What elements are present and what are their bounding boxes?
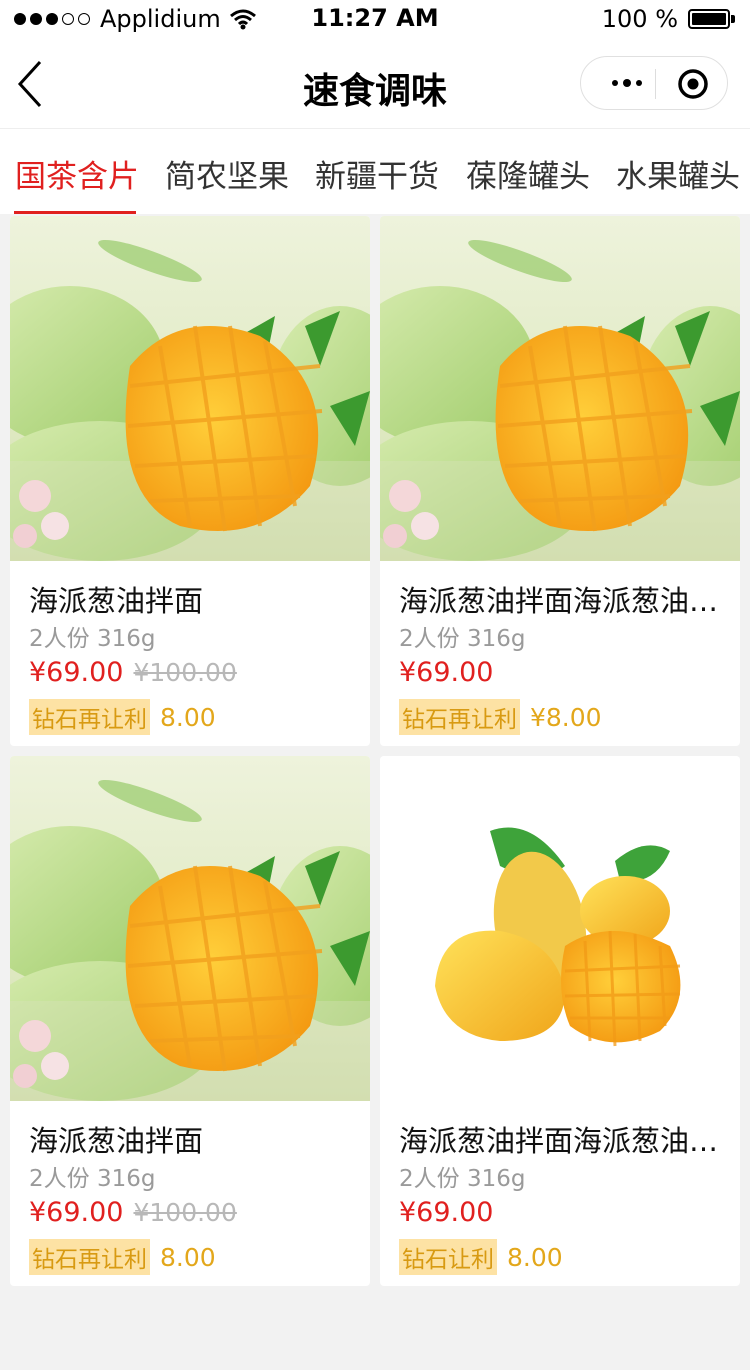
promo-badge: 钻石让利 — [399, 1239, 497, 1275]
product-card[interactable]: 海派葱油拌面海派葱油拌面 2人份 316g ¥69.00 钻石让利 8.00 — [380, 756, 740, 1286]
product-spec: 2人份 316g — [399, 626, 526, 652]
promo-row: 钻石再让利 ¥8.00 — [399, 699, 602, 735]
battery-percent: 100 % — [601, 5, 678, 33]
mango-cutout-icon — [380, 756, 740, 1101]
promo-badge: 钻石再让利 — [399, 699, 520, 735]
mango-photo-icon — [10, 216, 370, 561]
original-price: ¥100.00 — [133, 658, 237, 687]
price-row: ¥69.00 ¥100.00 — [29, 1197, 237, 1228]
close-mini-program-icon[interactable] — [677, 68, 709, 100]
navigation-bar: 速食调味 — [0, 40, 750, 128]
product-title: 海派葱油拌面海派葱油拌面 — [399, 584, 719, 618]
price-row: ¥69.00 — [399, 657, 503, 688]
product-price: ¥69.00 — [399, 657, 494, 688]
product-price: ¥69.00 — [399, 1197, 494, 1228]
product-price: ¥69.00 — [29, 1197, 124, 1228]
tab-baolong-guantou[interactable]: 葆隆罐头 — [466, 151, 590, 196]
promo-row: 钻石让利 8.00 — [399, 1239, 563, 1275]
tab-jiannong-jianguo[interactable]: 简农坚果 — [165, 151, 289, 196]
active-tab-indicator — [14, 211, 136, 214]
price-row: ¥69.00 ¥100.00 — [29, 657, 237, 688]
tab-shuiguo-guantou[interactable]: 水果罐头 — [616, 151, 740, 196]
promo-row: 钻石再让利 8.00 — [29, 699, 216, 735]
capsule-divider — [655, 69, 656, 99]
price-row: ¥69.00 — [399, 1197, 503, 1228]
mini-program-capsule — [580, 56, 728, 110]
mango-photo-icon — [380, 216, 740, 561]
status-bar-right: 100 % — [602, 5, 736, 33]
original-price: ¥100.00 — [133, 1198, 237, 1227]
promo-badge: 钻石再让利 — [29, 1239, 150, 1275]
more-options-icon[interactable] — [599, 70, 655, 96]
product-card[interactable]: 海派葱油拌面 2人份 316g ¥69.00 ¥100.00 钻石再让利 8.0… — [10, 756, 370, 1286]
product-spec: 2人份 316g — [399, 1166, 526, 1192]
product-spec: 2人份 316g — [29, 626, 156, 652]
category-tabs: 国茶含片 简农坚果 新疆干货 葆隆罐头 水果罐头 — [0, 128, 750, 214]
product-card[interactable]: 海派葱油拌面 2人份 316g ¥69.00 ¥100.00 钻石再让利 8.0… — [10, 216, 370, 746]
promo-row: 钻石再让利 8.00 — [29, 1239, 216, 1275]
promo-discount: 8.00 — [160, 1242, 216, 1272]
product-card[interactable]: 海派葱油拌面海派葱油拌面 2人份 316g ¥69.00 钻石再让利 ¥8.00 — [380, 216, 740, 746]
promo-discount: ¥8.00 — [530, 702, 602, 732]
promo-discount: 8.00 — [507, 1242, 563, 1272]
battery-icon — [688, 9, 736, 29]
product-title: 海派葱油拌面 — [29, 1124, 204, 1158]
mango-photo-icon — [10, 756, 370, 1101]
product-price: ¥69.00 — [29, 657, 124, 688]
product-title: 海派葱油拌面海派葱油拌面 — [399, 1124, 719, 1158]
promo-discount: 8.00 — [160, 702, 216, 732]
product-spec: 2人份 316g — [29, 1166, 156, 1192]
product-title: 海派葱油拌面 — [29, 584, 204, 618]
tab-guocha-hanpian[interactable]: 国茶含片 — [15, 151, 139, 196]
promo-badge: 钻石再让利 — [29, 699, 150, 735]
tab-xinjiang-ganhuo[interactable]: 新疆干货 — [315, 151, 439, 196]
status-bar: Applidium 11:27 AM 100 % — [0, 0, 750, 40]
